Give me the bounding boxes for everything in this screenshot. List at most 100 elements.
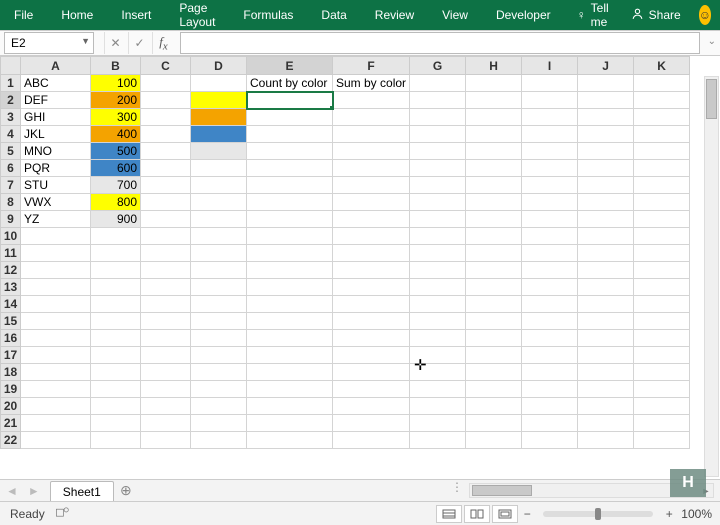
cell-C11[interactable] <box>141 245 191 262</box>
cell-I14[interactable] <box>522 296 578 313</box>
cell-B3[interactable]: 300 <box>91 109 141 126</box>
row-header-21[interactable]: 21 <box>1 415 21 432</box>
cell-B1[interactable]: 100 <box>91 75 141 92</box>
tellme-box[interactable]: ♀ Tell me <box>565 1 621 29</box>
cell-H19[interactable] <box>466 381 522 398</box>
cell-I8[interactable] <box>522 194 578 211</box>
cell-D22[interactable] <box>191 432 247 449</box>
cell-A14[interactable] <box>21 296 91 313</box>
cell-B4[interactable]: 400 <box>91 126 141 143</box>
zoom-slider-thumb[interactable] <box>595 508 601 520</box>
cell-F21[interactable] <box>333 415 410 432</box>
cell-A3[interactable]: GHI <box>21 109 91 126</box>
cell-C12[interactable] <box>141 262 191 279</box>
cell-E20[interactable] <box>247 398 333 415</box>
cell-K16[interactable] <box>634 330 690 347</box>
row-header-8[interactable]: 8 <box>1 194 21 211</box>
cell-F2[interactable] <box>333 92 410 109</box>
cell-A4[interactable]: JKL <box>21 126 91 143</box>
row-header-12[interactable]: 12 <box>1 262 21 279</box>
cell-E19[interactable] <box>247 381 333 398</box>
cell-F11[interactable] <box>333 245 410 262</box>
cell-H16[interactable] <box>466 330 522 347</box>
cell-B20[interactable] <box>91 398 141 415</box>
cell-C14[interactable] <box>141 296 191 313</box>
cell-J17[interactable] <box>578 347 634 364</box>
cell-G20[interactable] <box>410 398 466 415</box>
name-box[interactable]: E2 ▼ <box>4 32 94 54</box>
horizontal-scrollbar-thumb[interactable] <box>472 485 532 496</box>
cell-E5[interactable] <box>247 143 333 160</box>
cell-F10[interactable] <box>333 228 410 245</box>
cell-I9[interactable] <box>522 211 578 228</box>
row-header-7[interactable]: 7 <box>1 177 21 194</box>
row-header-2[interactable]: 2 <box>1 92 21 109</box>
worksheet-grid[interactable]: ABCDEFGHIJK1ABC100Count by colorSum by c… <box>0 56 720 479</box>
row-header-1[interactable]: 1 <box>1 75 21 92</box>
cell-A20[interactable] <box>21 398 91 415</box>
column-header-D[interactable]: D <box>191 57 247 75</box>
cell-G3[interactable] <box>410 109 466 126</box>
column-header-E[interactable]: E <box>247 57 333 75</box>
cell-G14[interactable] <box>410 296 466 313</box>
row-header-16[interactable]: 16 <box>1 330 21 347</box>
sheet-tab-sheet1[interactable]: Sheet1 <box>50 481 114 501</box>
cell-D10[interactable] <box>191 228 247 245</box>
cell-I21[interactable] <box>522 415 578 432</box>
cell-A13[interactable] <box>21 279 91 296</box>
cell-G2[interactable] <box>410 92 466 109</box>
cell-I22[interactable] <box>522 432 578 449</box>
cell-J9[interactable] <box>578 211 634 228</box>
row-header-18[interactable]: 18 <box>1 364 21 381</box>
cell-H12[interactable] <box>466 262 522 279</box>
cell-C9[interactable] <box>141 211 191 228</box>
cell-I16[interactable] <box>522 330 578 347</box>
cell-K13[interactable] <box>634 279 690 296</box>
cell-D5[interactable] <box>191 143 247 160</box>
cell-E4[interactable] <box>247 126 333 143</box>
cell-F22[interactable] <box>333 432 410 449</box>
cell-D13[interactable] <box>191 279 247 296</box>
cell-H14[interactable] <box>466 296 522 313</box>
cell-F7[interactable] <box>333 177 410 194</box>
cell-H11[interactable] <box>466 245 522 262</box>
cell-J10[interactable] <box>578 228 634 245</box>
cell-I13[interactable] <box>522 279 578 296</box>
cell-B6[interactable]: 600 <box>91 160 141 177</box>
cell-K22[interactable] <box>634 432 690 449</box>
cell-E21[interactable] <box>247 415 333 432</box>
cell-F8[interactable] <box>333 194 410 211</box>
chevron-down-icon[interactable]: ▼ <box>81 36 90 46</box>
cell-G15[interactable] <box>410 313 466 330</box>
cell-B12[interactable] <box>91 262 141 279</box>
cell-F9[interactable] <box>333 211 410 228</box>
ribbon-tab-home[interactable]: Home <box>47 0 107 30</box>
cell-G19[interactable] <box>410 381 466 398</box>
cell-H13[interactable] <box>466 279 522 296</box>
column-header-K[interactable]: K <box>634 57 690 75</box>
row-header-13[interactable]: 13 <box>1 279 21 296</box>
row-header-3[interactable]: 3 <box>1 109 21 126</box>
cell-I4[interactable] <box>522 126 578 143</box>
cell-F5[interactable] <box>333 143 410 160</box>
cell-J18[interactable] <box>578 364 634 381</box>
cell-G1[interactable] <box>410 75 466 92</box>
cell-I19[interactable] <box>522 381 578 398</box>
feedback-smiley-icon[interactable]: ☺ <box>699 5 711 25</box>
tab-split-handle[interactable]: ⋮ <box>445 480 469 501</box>
cell-J1[interactable] <box>578 75 634 92</box>
cell-D7[interactable] <box>191 177 247 194</box>
cell-A19[interactable] <box>21 381 91 398</box>
cell-J19[interactable] <box>578 381 634 398</box>
cell-A1[interactable]: ABC <box>21 75 91 92</box>
cell-K6[interactable] <box>634 160 690 177</box>
ribbon-tab-insert[interactable]: Insert <box>107 0 165 30</box>
zoom-level-label[interactable]: 100% <box>677 507 720 521</box>
cell-F14[interactable] <box>333 296 410 313</box>
cell-J2[interactable] <box>578 92 634 109</box>
cell-G12[interactable] <box>410 262 466 279</box>
cell-I3[interactable] <box>522 109 578 126</box>
cell-D19[interactable] <box>191 381 247 398</box>
cell-D17[interactable] <box>191 347 247 364</box>
row-header-22[interactable]: 22 <box>1 432 21 449</box>
